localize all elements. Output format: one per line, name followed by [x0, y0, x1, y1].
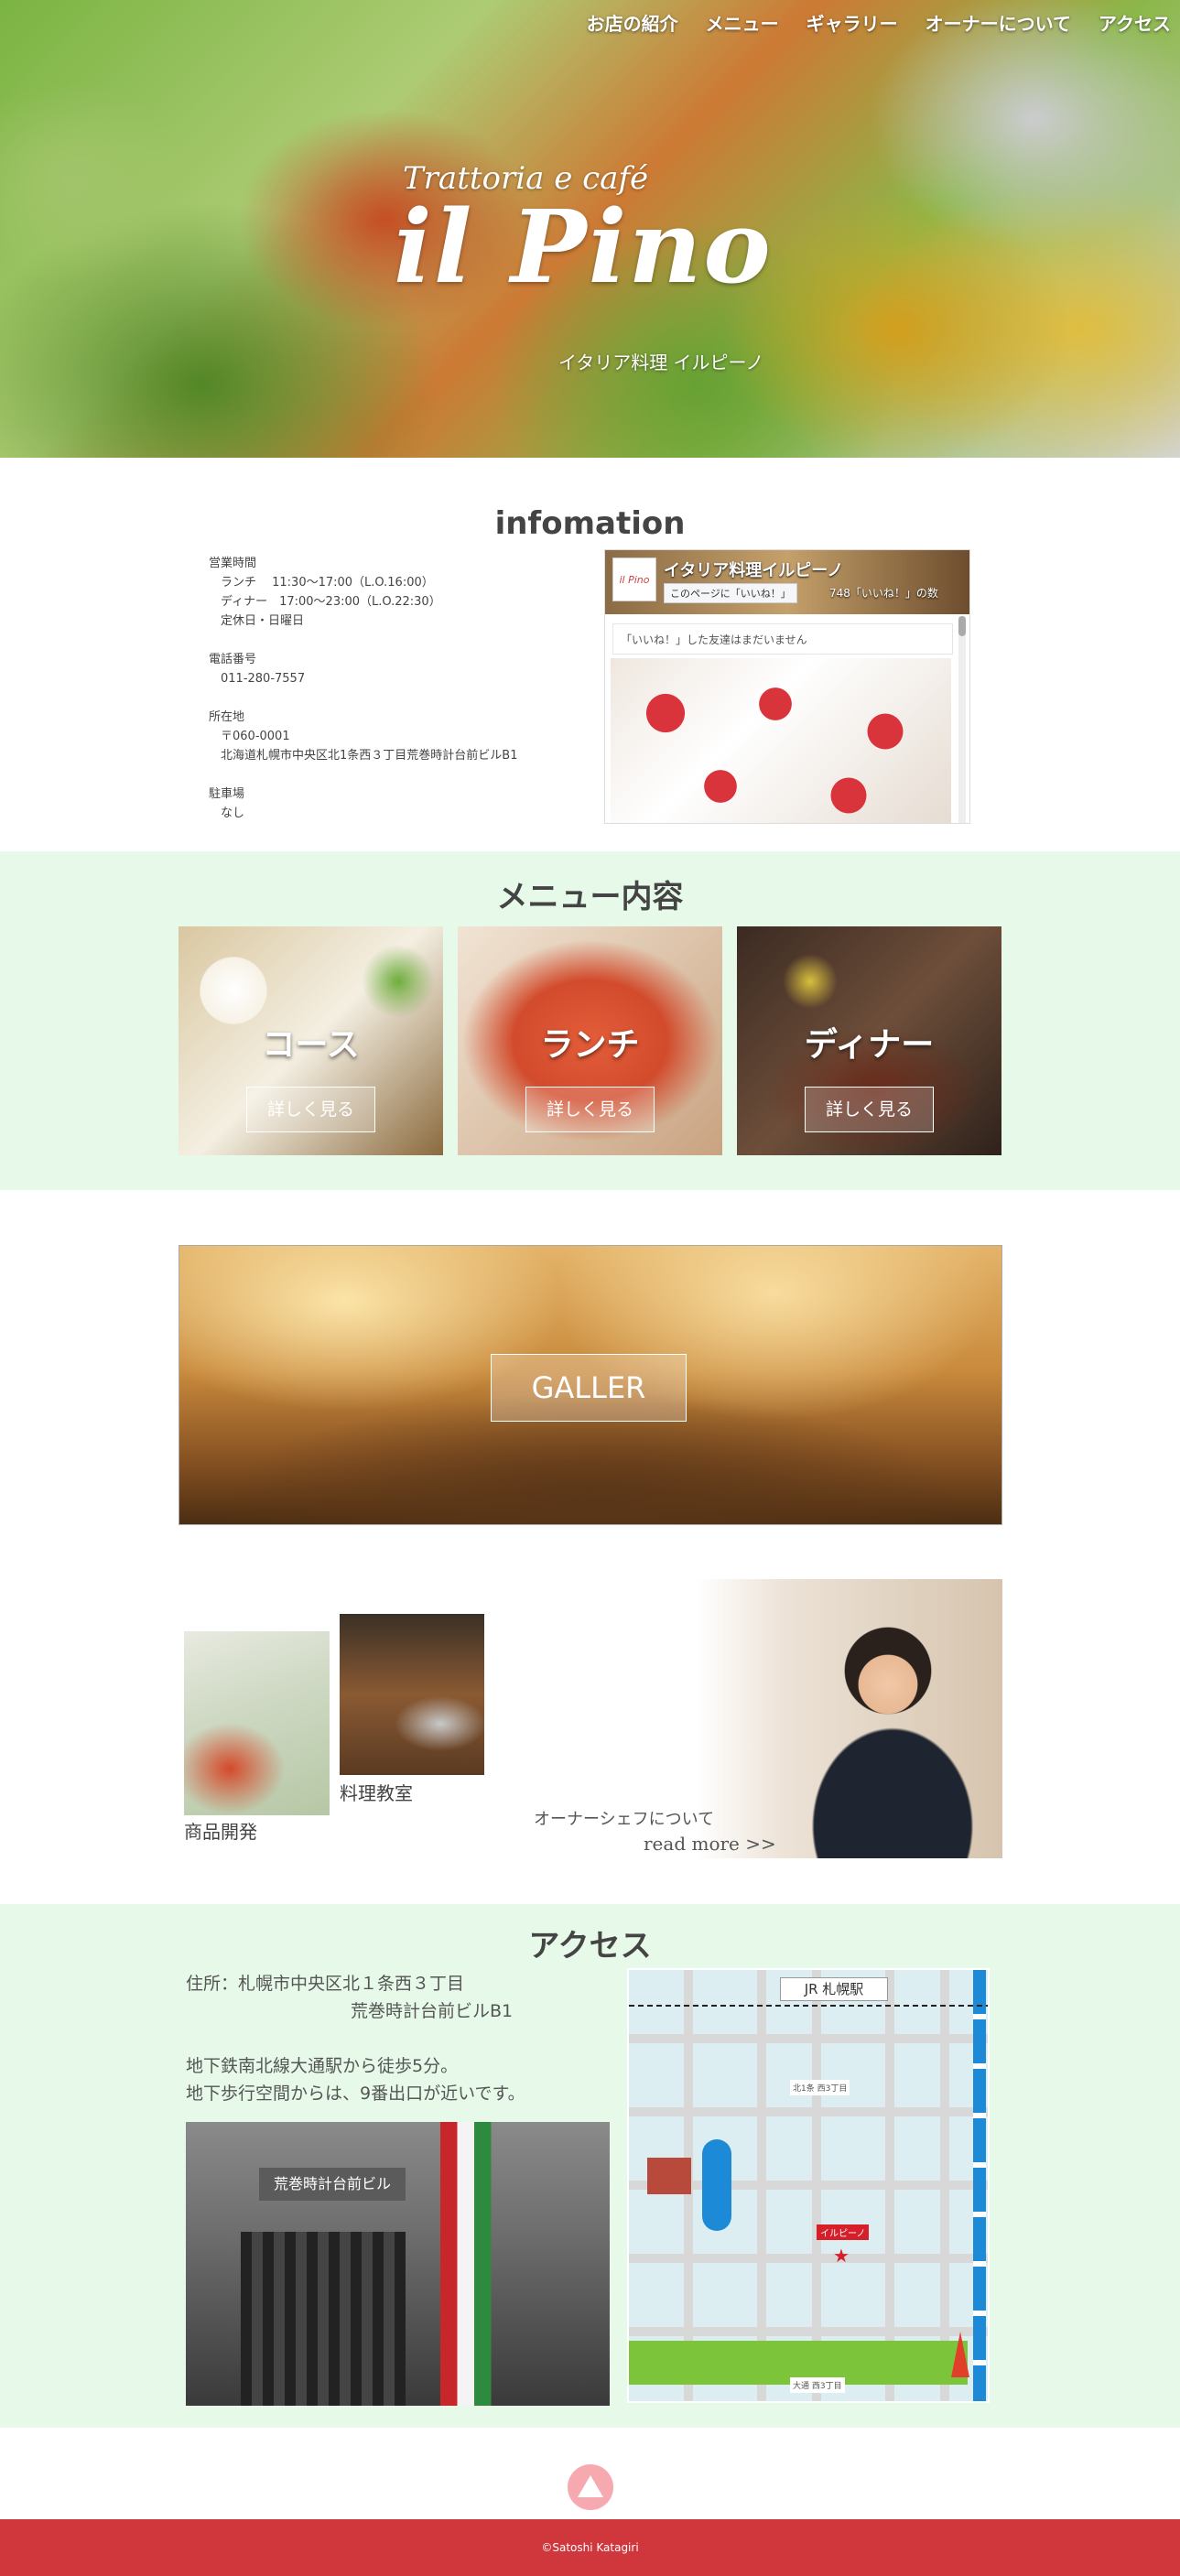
info-title: infomation: [494, 505, 686, 542]
directions-underground: 地下歩行空間からは、9番出口が近いです。: [186, 2084, 525, 2104]
fb-scroll-thumb[interactable]: [958, 616, 966, 636]
fb-page-logo[interactable]: il Pino: [612, 557, 656, 601]
address-building: 荒巻時計台前ビルB1: [351, 2001, 514, 2021]
access-section: アクセス 住所：札幌市中央区北１条西３丁目 荒巻時計台前ビルB1 地下鉄南北線大…: [0, 1904, 1180, 2428]
owner-chef-link[interactable]: オーナーシェフについて read more >>: [534, 1808, 776, 1856]
logo-main: il Pino: [394, 188, 773, 306]
info-section: infomation 営業時間 ランチ 11:30～17:00（L.O.16:0…: [0, 458, 1180, 851]
course-detail-button[interactable]: 詳しく見る: [246, 1087, 375, 1132]
fb-like-button[interactable]: このページに「いいね！」: [664, 583, 797, 603]
fb-post-photo[interactable]: [611, 658, 951, 823]
access-text: 住所：札幌市中央区北１条西３丁目 荒巻時計台前ビルB1 地下鉄南北線大通駅から徒…: [186, 1970, 525, 2107]
gallery-image[interactable]: GALLER: [179, 1245, 1002, 1525]
map-subway-line: [973, 1970, 986, 2401]
cooking-class-caption[interactable]: 料理教室: [340, 1779, 413, 1805]
directions-subway: 地下鉄南北線大通駅から徒歩5分。: [186, 2056, 459, 2076]
menu-card-course[interactable]: コース 詳しく見る: [179, 926, 443, 1155]
building-sign: 荒巻時計台前ビル: [259, 2168, 406, 2201]
menu-card-label: コース: [262, 1026, 360, 1064]
nav-about[interactable]: お店の紹介: [587, 9, 678, 36]
fb-scrollbar[interactable]: [958, 616, 966, 823]
nav-menu[interactable]: メニュー: [706, 9, 779, 36]
access-map[interactable]: JR 札幌駅 北1条 西3丁目 大通 西3丁目 イルピーノ ★: [627, 1968, 990, 2403]
owner-chef-label: オーナーシェフについて: [534, 1810, 715, 1829]
facebook-widget[interactable]: il Pino イタリア料理イルピーノ このページに「いいね！」 748「いいね…: [604, 549, 970, 824]
map-road: [812, 1970, 821, 2401]
product-caption[interactable]: 商品開発: [184, 1817, 257, 1844]
fb-like-count: 748「いいね！」の数: [829, 587, 938, 600]
map-road: [885, 1970, 894, 2401]
map-station-label: JR 札幌駅: [780, 1977, 888, 2001]
hero: お店の紹介 メニュー ギャラリー オーナーについて アクセス Trattoria…: [0, 0, 1180, 458]
logo: Trattoria e café il Pino イタリア料理 イルピーノ: [394, 160, 778, 380]
fb-friends-text: 「いいね！」した友達はまだいません: [612, 623, 953, 655]
gallery-section: GALLER: [0, 1190, 1180, 1579]
fb-page-name[interactable]: イタリア料理イルピーノ: [664, 557, 843, 581]
tv-tower-icon: [951, 2332, 969, 2377]
address-line: 住所：札幌市中央区北１条西３丁目: [186, 1974, 465, 1994]
map-label-north: 北1条 西3丁目: [790, 2080, 850, 2095]
map-railway: [629, 2005, 988, 2007]
product-photo[interactable]: [184, 1631, 330, 1815]
map-label-odori: 大通 西3丁目: [790, 2377, 845, 2393]
logo-jp: イタリア料理 イルピーノ: [558, 352, 764, 373]
nav-owner[interactable]: オーナーについて: [926, 9, 1071, 36]
menu-section: メニュー内容 コース 詳しく見る ランチ 詳しく見る ディナー 詳しく見る: [0, 851, 1180, 1190]
menu-title: メニュー内容: [496, 879, 684, 915]
lunch-detail-button[interactable]: 詳しく見る: [525, 1087, 655, 1132]
nav-gallery[interactable]: ギャラリー: [807, 9, 898, 36]
fb-header: il Pino イタリア料理イルピーノ このページに「いいね！」 748「いいね…: [605, 550, 969, 614]
map-road: [757, 1970, 766, 2401]
footer: ©Satoshi Katagiri: [0, 2519, 1180, 2576]
building-entrance: [241, 2232, 406, 2406]
map-road: [940, 1970, 949, 2401]
menu-card-dinner[interactable]: ディナー 詳しく見る: [737, 926, 1001, 1155]
menu-card-label: ランチ: [540, 1026, 640, 1064]
menu-card-lunch[interactable]: ランチ 詳しく見る: [458, 926, 722, 1155]
dinner-detail-button[interactable]: 詳しく見る: [805, 1087, 934, 1132]
owner-section: 商品開発 料理教室 オーナーシェフについて read more >>: [0, 1579, 1180, 1904]
nav-access[interactable]: アクセス: [1099, 9, 1171, 36]
back-to-top-button[interactable]: [568, 2464, 613, 2510]
back-to-top-area: [0, 2428, 1180, 2519]
gallery-button[interactable]: GALLER: [491, 1354, 687, 1422]
clock-tower-icon: [647, 2158, 691, 2194]
building-photo: 荒巻時計台前ビル: [186, 2122, 610, 2406]
main-nav: お店の紹介 メニュー ギャラリー オーナーについて アクセス: [587, 9, 1171, 36]
map-pin-label: イルピーノ: [817, 2224, 870, 2240]
cooking-class-photo[interactable]: [340, 1614, 484, 1775]
info-text: 営業時間 ランチ 11:30～17:00（L.O.16:00） ディナー 17:…: [209, 557, 518, 820]
access-title: アクセス: [528, 1928, 652, 1964]
star-icon: ★: [833, 2245, 850, 2267]
menu-card-label: ディナー: [804, 1026, 935, 1064]
read-more-link[interactable]: read more >>: [534, 1832, 776, 1856]
map-pond: [702, 2139, 731, 2231]
